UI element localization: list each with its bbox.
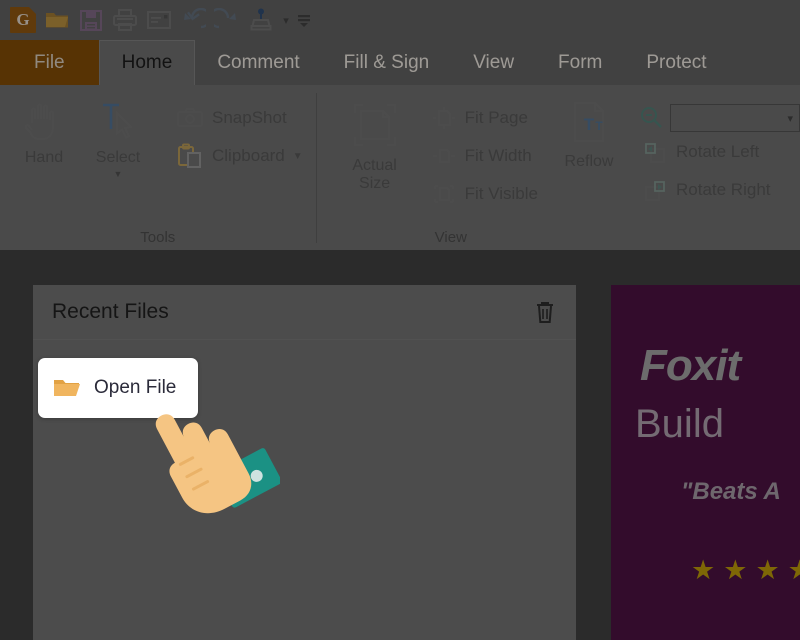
promo-brand: Foxit	[640, 341, 741, 390]
tab-home[interactable]: Home	[98, 40, 196, 85]
select-tool-button[interactable]: Select ▼	[82, 93, 154, 179]
svg-text:T: T	[584, 115, 595, 134]
clipboard-dropdown-icon[interactable]: ▼	[293, 151, 303, 162]
tab-form[interactable]: Form	[536, 40, 624, 85]
star-icon: ★	[787, 555, 800, 585]
rotate-right-label: Rotate Right	[676, 180, 771, 199]
promo-rating-stars: ★ ★ ★ ★	[691, 557, 800, 584]
fit-width-icon	[431, 144, 457, 168]
star-icon: ★	[691, 555, 716, 585]
email-icon[interactable]	[142, 3, 176, 37]
hand-tool-label: Hand	[24, 149, 64, 166]
start-page: Recent Files Foxit Build "Beats A ★ ★ ★ …	[0, 250, 800, 640]
ribbon-group-tools: Hand Select ▼ SnapShot Clipboard ▼ Tools	[0, 85, 316, 250]
recent-files-panel: Recent Files	[33, 285, 576, 640]
rotate-left-label: Rotate Left	[676, 142, 760, 161]
pointing-hand-cursor	[150, 385, 282, 525]
print-icon[interactable]	[108, 3, 142, 37]
clipboard-button[interactable]: Clipboard ▼	[172, 137, 307, 175]
undo-icon[interactable]	[176, 3, 210, 37]
foxit-reader-window: G ▾ File Home Comment Fill & Sign View F…	[0, 0, 800, 640]
zoom-out-icon[interactable]	[638, 105, 664, 131]
fit-width-label: Fit Width	[464, 146, 532, 165]
open-icon[interactable]	[40, 3, 74, 37]
tab-file[interactable]: File	[0, 40, 99, 85]
fit-page-label: Fit Page	[464, 108, 528, 127]
reflow-button[interactable]: T T Reflow	[552, 93, 626, 171]
clipboard-icon	[176, 143, 204, 169]
trash-icon[interactable]	[530, 297, 560, 327]
hand-tool-button[interactable]: Hand	[8, 93, 80, 167]
tab-fill-and-sign[interactable]: Fill & Sign	[322, 40, 452, 85]
reflow-label: Reflow	[564, 153, 614, 170]
fit-visible-icon	[431, 182, 457, 206]
chevron-down-icon: ▾	[787, 113, 793, 125]
fit-visible-button[interactable]: Fit Visible	[427, 175, 542, 213]
promo-panel[interactable]: Foxit Build "Beats A ★ ★ ★ ★	[611, 285, 800, 640]
rotate-right-button[interactable]: Rotate Right	[638, 171, 800, 209]
redo-icon[interactable]	[210, 3, 244, 37]
save-icon[interactable]	[74, 3, 108, 37]
ribbon-group-view: Actual Size Fit Page Fit Width Fit Visib…	[317, 85, 800, 250]
select-dropdown-icon[interactable]: ▼	[114, 169, 123, 179]
select-icon	[95, 97, 141, 145]
star-icon: ★	[723, 555, 748, 585]
stamp-icon[interactable]	[244, 3, 278, 37]
rotate-left-button[interactable]: Rotate Left	[638, 133, 800, 171]
rotate-right-icon	[642, 178, 668, 202]
ribbon-group-tools-title: Tools	[140, 228, 176, 246]
snapshot-button[interactable]: SnapShot	[172, 99, 307, 137]
stamp-dropdown-icon[interactable]: ▾	[278, 3, 294, 37]
recent-files-title: Recent Files	[52, 300, 169, 323]
star-icon: ★	[755, 555, 780, 585]
actual-size-label: Actual Size	[352, 157, 397, 192]
camera-icon	[176, 106, 204, 130]
tab-view[interactable]: View	[451, 40, 536, 85]
hand-icon	[21, 97, 67, 145]
svg-text:T: T	[595, 119, 603, 133]
snapshot-label: SnapShot	[212, 108, 287, 127]
fit-width-button[interactable]: Fit Width	[427, 137, 542, 175]
tab-protect[interactable]: Protect	[624, 40, 728, 85]
foxit-logo-icon[interactable]: G	[6, 3, 40, 37]
clipboard-label: Clipboard	[212, 146, 285, 165]
select-tool-label: Select	[95, 149, 141, 166]
ribbon-tab-bar: File Home Comment Fill & Sign View Form …	[0, 40, 800, 85]
fit-visible-label: Fit Visible	[464, 184, 538, 203]
reflow-icon: T T	[563, 97, 615, 149]
promo-quote: "Beats A	[681, 478, 781, 505]
foxit-logo-glyph: G	[16, 10, 30, 29]
recent-files-header: Recent Files	[33, 285, 576, 340]
ribbon: Hand Select ▼ SnapShot Clipboard ▼ Tools…	[0, 85, 800, 250]
zoom-control-row: ▾	[638, 99, 800, 133]
quick-access-toolbar: G ▾	[0, 0, 800, 40]
ribbon-group-view-title: View	[434, 228, 467, 246]
fit-page-button[interactable]: Fit Page	[427, 99, 542, 137]
rotate-left-icon	[642, 140, 668, 164]
fit-page-icon	[431, 106, 457, 130]
folder-open-icon	[52, 375, 82, 401]
tab-comment[interactable]: Comment	[195, 40, 321, 85]
promo-headline: Build	[635, 402, 724, 446]
actual-size-button[interactable]: Actual Size	[335, 93, 415, 192]
zoom-level-combo[interactable]: ▾	[670, 104, 800, 132]
customize-toolbar-icon[interactable]	[294, 3, 314, 37]
actual-size-icon	[347, 97, 403, 153]
